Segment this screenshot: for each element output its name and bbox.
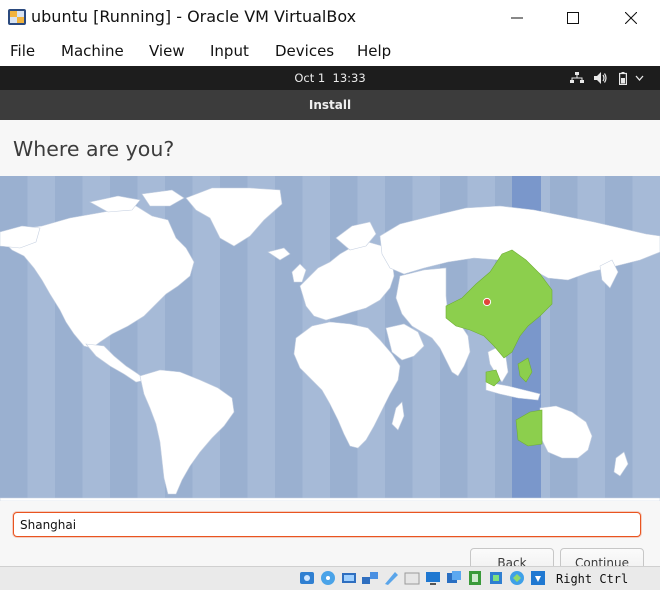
usb-icon[interactable]: [382, 569, 400, 587]
minimize-button[interactable]: [494, 4, 540, 32]
menu-input[interactable]: Input: [210, 42, 249, 60]
clock-time: 13:33: [332, 71, 366, 85]
location-input[interactable]: [13, 512, 641, 537]
host-key-label: Right Ctrl: [556, 572, 629, 586]
clock-date: Oct 1: [294, 71, 326, 85]
network-adapter-icon[interactable]: [361, 569, 379, 587]
location-pin[interactable]: [482, 297, 492, 307]
volume-icon: [594, 72, 607, 84]
vm-status-bar: Right Ctrl: [0, 566, 660, 590]
optical-drive-icon[interactable]: [319, 569, 337, 587]
audio-icon[interactable]: [340, 569, 358, 587]
menu-bar: File Machine View Input Devices Help: [0, 36, 660, 66]
close-button[interactable]: [608, 4, 654, 32]
shared-folders-icon[interactable]: [403, 569, 421, 587]
system-tray[interactable]: [570, 70, 644, 86]
network-icon: [570, 72, 584, 83]
recording-icon[interactable]: [466, 569, 484, 587]
installer-title: Install: [308, 98, 352, 112]
video-capture-icon[interactable]: [445, 569, 463, 587]
maximize-icon: [567, 12, 579, 24]
menu-view[interactable]: View: [149, 42, 185, 60]
virtualbox-app-icon: [8, 9, 26, 25]
timezone-map[interactable]: [0, 176, 660, 501]
installer-header: Install: [0, 90, 660, 120]
display-icon[interactable]: [424, 569, 442, 587]
page-title: Where are you?: [13, 137, 175, 161]
timezone-band: [632, 176, 660, 501]
keyboard-arrow-icon[interactable]: [529, 569, 547, 587]
clock[interactable]: Oct 1 13:33: [0, 70, 660, 86]
maximize-button[interactable]: [550, 4, 596, 32]
guest-top-bar: Oct 1 13:33: [0, 66, 660, 90]
window-title: ubuntu [Running] - Oracle VM VirtualBox: [31, 7, 357, 26]
minimize-icon: [511, 17, 523, 19]
menu-machine[interactable]: Machine: [61, 42, 124, 60]
device-icons: [298, 569, 550, 587]
close-icon: [625, 12, 637, 24]
menu-devices[interactable]: Devices: [275, 42, 334, 60]
cpu-icon[interactable]: [487, 569, 505, 587]
menu-help[interactable]: Help: [357, 42, 391, 60]
hard-disk-icon[interactable]: [298, 569, 316, 587]
antarctica: [0, 497, 660, 501]
installer-content: Where are you? Shanghai Back Continue: [0, 120, 660, 578]
window-titlebar: ubuntu [Running] - Oracle VM VirtualBox: [0, 0, 660, 36]
menu-file[interactable]: File: [10, 42, 35, 60]
mouse-integration-icon[interactable]: [508, 569, 526, 587]
chevron-down-icon: [635, 75, 644, 81]
battery-icon: [619, 71, 627, 85]
